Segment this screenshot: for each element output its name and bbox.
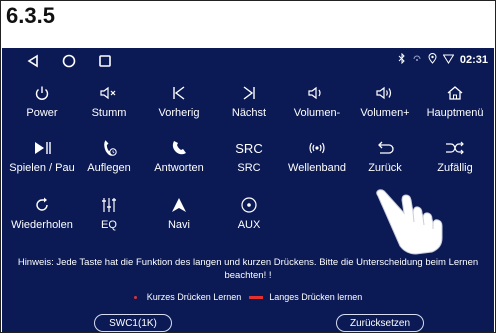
key-src[interactable]: SRC SRC — [214, 137, 284, 183]
key-back[interactable]: Zurück — [350, 137, 420, 183]
signal-icon — [412, 54, 422, 67]
status-indicators: 02:31 — [398, 52, 488, 67]
key-row-2: Spielen / Pau Auflegen Antworten SRC SRC… — [2, 137, 494, 183]
nav-home-icon[interactable] — [60, 52, 78, 70]
aux-icon — [214, 194, 284, 216]
power-icon — [7, 82, 77, 104]
repeat-icon — [7, 194, 77, 216]
hint-text: Hinweis: Jede Taste hat die Funktion des… — [17, 257, 479, 281]
key-power[interactable]: Power — [7, 82, 77, 128]
radio-wave-icon — [282, 137, 352, 159]
wifi-icon — [442, 54, 455, 67]
key-navi[interactable]: Navi — [144, 194, 214, 240]
nav-recent-icon[interactable] — [96, 52, 114, 70]
hang-up-icon — [74, 137, 144, 159]
answer-icon — [144, 137, 214, 159]
short-press-marker — [133, 296, 137, 300]
key-answer[interactable]: Antworten — [144, 137, 214, 183]
key-previous[interactable]: Vorherig — [144, 82, 214, 128]
key-aux[interactable]: AUX — [214, 194, 284, 240]
nav-back-icon[interactable] — [24, 52, 42, 70]
reset-button[interactable]: Zurücksetzen — [336, 314, 424, 332]
key-repeat[interactable]: Wiederholen — [7, 194, 77, 240]
key-shuffle[interactable]: Zufällig — [420, 137, 490, 183]
bluetooth-icon — [398, 52, 406, 67]
pointing-hand-icon — [376, 189, 443, 255]
key-home[interactable]: Hauptmenü — [420, 82, 490, 128]
short-press-label: Kurzes Drücken Lernen — [146, 292, 242, 302]
key-play-pause[interactable]: Spielen / Pau — [7, 137, 77, 183]
key-volume-up[interactable]: Volumen+ — [350, 82, 420, 128]
head-unit-screen: 02:31 Power Stumm Vorherig Nächst Volume… — [2, 48, 494, 332]
key-hang-up[interactable]: Auflegen — [74, 137, 144, 183]
volume-down-icon — [282, 82, 352, 104]
back-icon — [350, 137, 420, 159]
mute-icon — [74, 82, 144, 104]
status-bar: 02:31 — [2, 48, 494, 74]
navigation-icon — [144, 194, 214, 216]
key-eq[interactable]: EQ — [74, 194, 144, 240]
location-icon — [428, 53, 437, 67]
key-volume-down[interactable]: Volumen- — [282, 82, 352, 128]
volume-up-icon — [350, 82, 420, 104]
key-band[interactable]: Wellenband — [282, 137, 352, 183]
manual-figure: 6.3.5 02:31 Power Stumm Vorherig Nächst … — [0, 0, 496, 333]
key-row-1: Power Stumm Vorherig Nächst Volumen- Vol… — [2, 82, 494, 128]
legend: Kurzes Drücken Lernen Langes Drücken lern… — [2, 292, 494, 302]
shuffle-icon — [420, 137, 490, 159]
section-number: 6.3.5 — [6, 3, 55, 28]
previous-icon — [144, 82, 214, 104]
long-press-marker — [249, 296, 264, 300]
play-pause-icon — [7, 137, 77, 159]
swc-select-button[interactable]: SWC1(1K) — [94, 314, 172, 332]
key-next[interactable]: Nächst — [214, 82, 284, 128]
key-mute[interactable]: Stumm — [74, 82, 144, 128]
long-press-label: Langes Drücken lernen — [269, 292, 363, 302]
clock: 02:31 — [459, 54, 488, 66]
next-icon — [214, 82, 284, 104]
src-icon: SRC — [235, 140, 263, 156]
home-icon — [420, 82, 490, 104]
equalizer-icon — [74, 194, 144, 216]
